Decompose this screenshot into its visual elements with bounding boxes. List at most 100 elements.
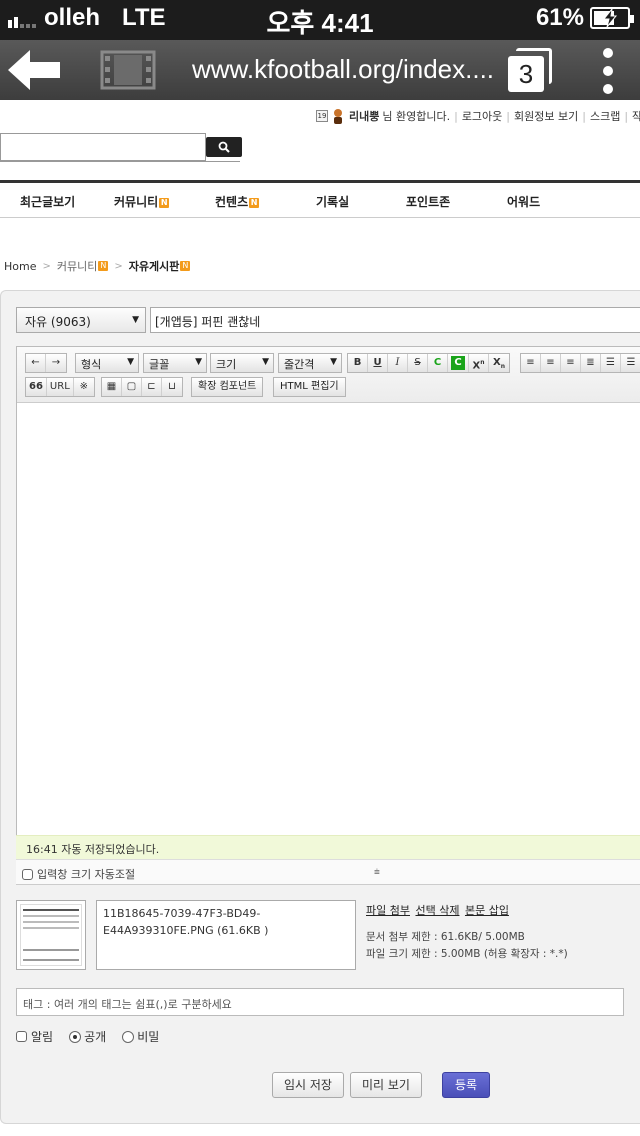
align-right-icon[interactable]: ≡: [561, 354, 581, 372]
category-select[interactable]: 자유 (9063) ▼: [16, 307, 146, 333]
nav-community[interactable]: 커뮤니티 N: [114, 193, 170, 210]
new-badge: N: [249, 198, 260, 208]
align-center-icon[interactable]: ≡: [541, 354, 561, 372]
new-badge: N: [180, 261, 191, 271]
superscript-button[interactable]: Xn: [469, 354, 489, 372]
breadcrumb: Home > 커뮤니티 N > 자유게시판 N: [4, 258, 191, 274]
underline-button[interactable]: U: [368, 354, 388, 372]
profile-link[interactable]: 회원정보 보기: [514, 108, 578, 124]
attachment-filename-cont[interactable]: E44A939310FE.PNG (61.6KB ): [103, 922, 349, 939]
breadcrumb-current[interactable]: 자유게시판: [129, 258, 180, 274]
search-underline: [0, 161, 240, 162]
attachment-actions: 파일 첨부 선택 삭제 본문 삽입: [366, 902, 511, 918]
italic-button[interactable]: I: [388, 354, 408, 372]
main-nav: 최근글보기 커뮤니티 N 컨텐츠 N 기록실 포인트존 어워드: [0, 180, 640, 218]
font-color-button[interactable]: C: [428, 354, 448, 372]
nav-records[interactable]: 기록실: [316, 193, 349, 210]
undo-redo-group: ← →: [25, 353, 67, 373]
editor-toolbar: ← → 형식 ▼ 글꼴 ▼ 크기 ▼ 줄간격 ▼ B U I S C C Xn Xn ≡…: [17, 347, 640, 403]
extension-component-button[interactable]: 확장 컴포넌트: [191, 377, 264, 397]
autosave-notice: 16:41 자동 저장되었습니다.: [16, 835, 640, 859]
font-dropdown[interactable]: 글꼴 ▼: [143, 353, 207, 373]
table-icon[interactable]: ▦: [102, 378, 122, 396]
doc-limit-text: 문서 첨부 제한 : 61.6KB/ 5.00MB: [366, 931, 525, 943]
redo-icon[interactable]: →: [46, 354, 66, 372]
level-badge: 19: [316, 110, 328, 122]
search-icon: [218, 141, 230, 153]
secret-radio[interactable]: [122, 1030, 135, 1043]
tag-input[interactable]: 태그 : 여러 개의 태그는 쉼표(,)로 구분하세요: [16, 988, 624, 1016]
public-option[interactable]: 공개: [69, 1028, 106, 1045]
align-left-icon[interactable]: ≡: [521, 354, 541, 372]
notify-option[interactable]: 알림: [16, 1028, 53, 1045]
bold-button[interactable]: B: [348, 354, 368, 372]
greeting-text: 님 환영합니다.: [382, 110, 451, 123]
submit-button[interactable]: 등록: [442, 1072, 490, 1098]
subscript-button[interactable]: Xn: [489, 354, 509, 372]
line-height-dropdown[interactable]: 줄간격 ▼: [278, 353, 342, 373]
my-posts-link[interactable]: 작성: [632, 108, 640, 124]
overflow-menu-icon[interactable]: [596, 48, 620, 94]
split-cells-icon[interactable]: ⊔: [162, 378, 182, 396]
auto-resize-toggle[interactable]: 입력창 크기 자동조절 ⩧: [16, 859, 640, 885]
table-group: ▦ ▢ ⊏ ⊔: [101, 377, 183, 397]
dropdown-arrow-icon: ▼: [132, 315, 139, 325]
undo-icon[interactable]: ←: [26, 354, 46, 372]
merge-cells-icon[interactable]: ⊏: [142, 378, 162, 396]
attachment-limits: 문서 첨부 제한 : 61.6KB/ 5.00MB 파일 크기 제한 : 5.0…: [366, 929, 568, 963]
alignment-group: ≡ ≡ ≡ ≣ ☰ ☰: [520, 353, 640, 373]
breadcrumb-home[interactable]: Home: [4, 260, 36, 273]
battery-icon: [590, 7, 634, 29]
username[interactable]: 리내뿡: [349, 108, 379, 124]
box-icon[interactable]: ▢: [122, 378, 142, 396]
delete-selected-link[interactable]: 선택 삭제: [415, 904, 459, 917]
secret-option[interactable]: 비밀: [122, 1028, 159, 1045]
status-bar: olleh LTE 오후 4:41 61%: [0, 0, 640, 40]
logout-link[interactable]: 로그아웃: [462, 108, 502, 124]
auto-resize-checkbox[interactable]: [22, 869, 33, 880]
unordered-list-icon[interactable]: ☰: [621, 354, 640, 372]
preview-button[interactable]: 미리 보기: [350, 1072, 422, 1098]
breadcrumb-community[interactable]: 커뮤니티: [57, 258, 97, 274]
rich-text-editor[interactable]: ← → 형식 ▼ 글꼴 ▼ 크기 ▼ 줄간격 ▼ B U I S C C Xn Xn ≡…: [16, 346, 640, 884]
address-bar[interactable]: www.kfootball.org/index....: [192, 54, 494, 85]
nav-award[interactable]: 어워드: [507, 193, 540, 210]
search-input[interactable]: [0, 133, 206, 161]
file-size-limit-text: 파일 크기 제한 : 5.00MB (허용 확장자 : *.*): [366, 948, 568, 960]
browser-toolbar: www.kfootball.org/index.... 3: [0, 40, 640, 100]
temp-save-button[interactable]: 임시 저장: [272, 1072, 344, 1098]
attach-file-link[interactable]: 파일 첨부: [366, 904, 410, 917]
html-editor-button[interactable]: HTML 편집기: [273, 377, 346, 397]
justify-icon[interactable]: ≣: [581, 354, 601, 372]
user-bar: 19 리내뿡 님 환영합니다. | 로그아웃 | 회원정보 보기 | 스크랩 |…: [316, 106, 640, 126]
back-arrow-icon[interactable]: [4, 46, 64, 94]
attachment-filename[interactable]: 11B18645-7039-47F3-BD49-: [103, 905, 349, 922]
nav-point-zone[interactable]: 포인트존: [406, 193, 450, 210]
ordered-list-icon[interactable]: ☰: [601, 354, 621, 372]
insert-into-body-link[interactable]: 본문 삽입: [465, 904, 509, 917]
bg-color-button[interactable]: C: [448, 354, 469, 372]
strike-button[interactable]: S: [408, 354, 428, 372]
nav-recent[interactable]: 최근글보기: [20, 193, 75, 210]
resize-handle-icon[interactable]: ⩧: [374, 867, 380, 878]
film-icon[interactable]: [100, 50, 156, 90]
text-style-group: B U I S C C Xn Xn: [347, 353, 510, 373]
new-badge: N: [98, 261, 109, 271]
size-dropdown[interactable]: 크기 ▼: [210, 353, 274, 373]
scrap-link[interactable]: 스크랩: [590, 108, 620, 124]
format-dropdown[interactable]: 형식 ▼: [75, 353, 139, 373]
url-button[interactable]: URL: [47, 378, 74, 396]
title-input[interactable]: [개앱등] 퍼핀 괜찮네: [150, 307, 640, 333]
attachment-list[interactable]: 11B18645-7039-47F3-BD49- E44A939310FE.PN…: [96, 900, 356, 970]
special-char-button[interactable]: ※: [74, 378, 94, 396]
new-badge: N: [159, 198, 170, 208]
public-radio[interactable]: [69, 1030, 82, 1043]
insert-group: 66 URL ※: [25, 377, 95, 397]
tab-count: 3: [508, 56, 544, 92]
attachment-thumbnail[interactable]: [16, 900, 86, 970]
tabs-button[interactable]: 3: [508, 46, 558, 94]
quote-button[interactable]: 66: [26, 378, 47, 396]
search-button[interactable]: [206, 137, 242, 157]
status-right: 61%: [536, 4, 634, 32]
nav-contents[interactable]: 컨텐츠 N: [215, 193, 260, 210]
